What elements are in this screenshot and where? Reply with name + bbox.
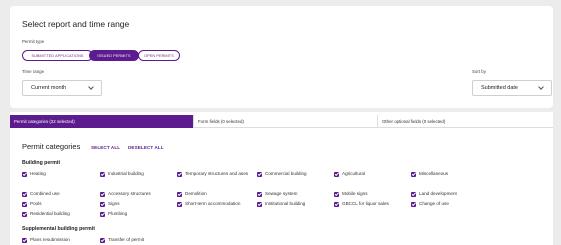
checkbox-plans-resubmission[interactable]: Plans resubmission [22,237,70,243]
checkbox-label: Accessory structures [108,191,151,196]
checkbox-label: Sewage system [265,191,298,196]
checkbox-pools[interactable]: Pools [22,201,42,207]
checkbox-label: GBCCL for liquor sales [342,201,389,206]
tab-form-fields[interactable]: Form fields (0 selected) [194,115,378,128]
checkbox-demolition[interactable]: Demolition [177,191,207,197]
checkbox-label: Industrial building [108,171,144,176]
checkbox-plumbing[interactable]: Plumbing [100,211,127,217]
checkbox-checked-icon [22,191,27,197]
checkbox-checked-icon [177,201,182,207]
checkbox-checked-icon [334,201,339,207]
checkbox-mobile-signs[interactable]: Mobile signs [334,191,368,197]
checkbox-checked-icon [257,191,262,197]
checkbox-label: Institutional building [265,201,306,206]
checkbox-land-development[interactable]: Land development [411,191,457,197]
checkbox-checked-icon [100,201,105,207]
checkbox-checked-icon [257,201,262,207]
sort-by-value: Submitted date [481,85,518,91]
permit-type-open-permits[interactable]: OPEN PERMITS [138,50,180,61]
checkbox-checked-icon [100,191,105,197]
checkbox-checked-icon [411,171,416,177]
checkbox-commercial-building[interactable]: Commercial building [257,171,307,177]
group-title-supplemental-building-permit: Supplemental building permit [22,226,95,232]
checkbox-label: Change of use [419,201,449,206]
checkbox-checked-icon [100,211,105,217]
checkbox-miscellaneous[interactable]: Miscellaneous [411,171,448,177]
checkbox-checked-icon [22,237,27,243]
permit-categories-title: Permit categories [22,142,81,151]
checkbox-label: Demolition [185,191,207,196]
time-range-value: Current month [31,85,67,91]
checkbox-label: Land development [419,191,457,196]
permit-type-issued-permits[interactable]: ISSUED PERMITS [89,50,139,61]
checkbox-checked-icon [177,191,182,197]
checkbox-change-of-use[interactable]: Change of use [411,201,449,207]
checkbox-label: Heating [30,171,46,176]
checkbox-checked-icon [100,171,105,177]
checkbox-label: Miscellaneous [419,171,449,176]
chevron-down-icon [538,84,544,90]
fields-card: Permit categories (22 selected) Form fie… [10,112,553,245]
sort-by-select[interactable]: Submitted date [472,80,552,96]
checkbox-accessory-structures[interactable]: Accessory structures [100,191,151,197]
checkbox-label: Plumbing [108,211,128,216]
sort-by-label: Sort by [472,69,486,74]
permit-type-submitted-applications[interactable]: SUBMITTED APPLICATIONS [22,50,93,61]
checkbox-label: Plans resubmission [30,237,70,242]
checkbox-checked-icon [22,211,27,217]
checkbox-combined-use[interactable]: Combined use [22,191,60,197]
checkbox-heating[interactable]: Heating [22,171,46,177]
time-range-label: Time range [22,69,45,74]
checkbox-gbccl-liquor-sales[interactable]: GBCCL for liquor sales [334,201,389,207]
checkbox-label: Pools [30,201,42,206]
checkbox-label: Short-term accommodation [185,201,241,206]
checkbox-checked-icon [411,201,416,207]
checkbox-institutional-building[interactable]: Institutional building [257,201,305,207]
checkbox-temporary-structures[interactable]: Temporary structures and ases [177,171,257,177]
checkbox-transfer-of-permit[interactable]: Transfer of permit [100,237,144,243]
checkbox-checked-icon [334,171,339,177]
checkbox-checked-icon [257,171,262,177]
checkbox-industrial-building[interactable]: Industrial building [100,171,144,177]
checkbox-label: Mobile signs [342,191,368,196]
checkbox-checked-icon [177,171,182,177]
checkbox-checked-icon [411,191,416,197]
chevron-down-icon [88,84,94,90]
checkbox-label: Temporary structures and ases [185,171,249,176]
checkbox-sewage-system[interactable]: Sewage system [257,191,297,197]
time-range-select[interactable]: Current month [22,80,102,96]
checkbox-signs[interactable]: Signs [100,201,120,207]
checkbox-agricultural[interactable]: Agricultural [334,171,365,177]
select-all-button[interactable]: SELECT ALL [91,145,120,150]
checkbox-checked-icon [22,201,27,207]
checkbox-checked-icon [22,171,27,177]
checkbox-label: Transfer of permit [108,237,145,242]
checkbox-residential-building[interactable]: Residential building [22,211,70,217]
checkbox-checked-icon [100,237,105,243]
tab-permit-categories[interactable]: Permit categories (22 selected) [10,115,194,128]
tab-other-optional-fields[interactable]: Other optional fields (0 selected) [378,115,553,128]
checkbox-checked-icon [334,191,339,197]
group-title-building-permit: Building permit [22,160,61,166]
field-tabs: Permit categories (22 selected) Form fie… [10,115,553,128]
deselect-all-button[interactable]: DESELECT ALL [128,145,164,150]
permit-type-label: Permit type [22,39,45,44]
page-title: Select report and time range [22,19,130,29]
checkbox-label: Residential building [30,211,70,216]
checkbox-label: Commercial building [265,171,307,176]
checkbox-label: Agricultural [342,171,365,176]
checkbox-label: Signs [108,201,120,206]
checkbox-label: Combined use [30,191,60,196]
report-settings-card: Select report and time range Permit type… [10,6,553,108]
checkbox-short-term-accommodation[interactable]: Short-term accommodation [177,201,240,207]
